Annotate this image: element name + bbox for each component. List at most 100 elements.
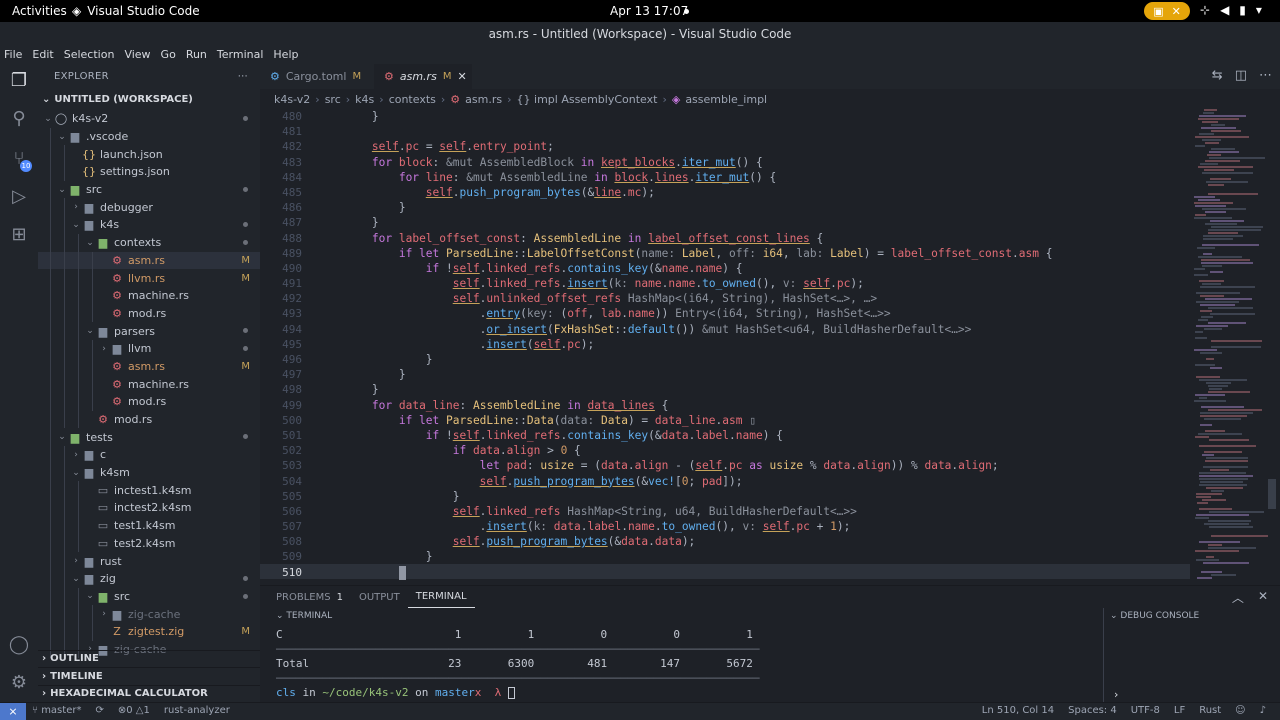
tree-item[interactable]: ⌄ ▆ k4s (38, 216, 260, 234)
debug-console[interactable]: ⌄ DEBUG CONSOLE › (1103, 608, 1280, 703)
split-editor-icon[interactable]: ◫ (1235, 68, 1247, 83)
tree-item[interactable]: › ▆ llvm (38, 339, 260, 358)
menu-run[interactable]: Run (186, 46, 207, 64)
sync-icon[interactable]: ⟳ (95, 705, 103, 716)
tree-item[interactable]: › ▆ zig-cache (38, 605, 260, 623)
chevron-down-icon: ⌄ (72, 467, 80, 478)
more-actions-icon[interactable]: ⋯ (1259, 68, 1272, 83)
screen-share-indicator[interactable]: ▣ ✕ (1144, 2, 1190, 20)
breadcrumb-item[interactable]: asm.rs (465, 93, 502, 106)
more-actions-icon[interactable]: ⋯ (238, 71, 248, 82)
tree-item[interactable]: ⌄ ▆ src (38, 180, 260, 199)
minimap[interactable] (1194, 109, 1274, 585)
workspace-section[interactable]: ⌄ UNTITLED (WORKSPACE) (38, 88, 260, 110)
tab-terminal[interactable]: TERMINAL (407, 586, 475, 608)
breadcrumb-item[interactable]: contexts (389, 93, 436, 106)
menu-terminal[interactable]: Terminal (217, 46, 264, 64)
search-icon[interactable]: ⚲ (8, 108, 30, 130)
tree-item[interactable]: ⌄ ▆ zig (38, 569, 260, 588)
close-panel-icon[interactable]: ✕ (1258, 589, 1268, 606)
problems-indicator[interactable]: ⊗0 △1 (118, 705, 150, 716)
breadcrumb-item[interactable]: k4s-v2 (274, 93, 310, 106)
vertical-scrollbar[interactable] (1268, 479, 1276, 509)
tree-item[interactable]: Zzigtest.zig M (38, 622, 260, 641)
maximize-panel-icon[interactable]: ︿ (1232, 589, 1244, 606)
tree-item[interactable]: ⌄ ▆ tests (38, 428, 260, 447)
tree-item[interactable]: ⚙ mod.rs (38, 304, 260, 323)
menu-help[interactable]: Help (273, 46, 298, 64)
breadcrumb-item[interactable]: assemble_impl (685, 93, 767, 106)
extensions-icon[interactable]: ⊞ (8, 224, 30, 246)
tree-item[interactable]: {} launch.json (38, 145, 260, 164)
breadcrumb-item[interactable]: k4s (355, 93, 374, 106)
tree-item[interactable]: ▭ test1.k4sm (38, 516, 260, 535)
minimap-line (1196, 325, 1228, 327)
tree-item[interactable]: ⌄ ▆ src (38, 587, 260, 606)
end-of-line[interactable]: LF (1174, 705, 1185, 716)
tree-item[interactable]: › ▆ debugger (38, 198, 260, 217)
minimap-line (1208, 322, 1246, 324)
menu-file[interactable]: File (4, 46, 22, 64)
debug-console-input[interactable]: › (1114, 688, 1118, 701)
indentation[interactable]: Spaces: 4 (1068, 705, 1117, 716)
tab-output[interactable]: OUTPUT (351, 586, 408, 608)
tree-item[interactable]: ▭ inctest1.k4sm (38, 481, 260, 500)
code-editor[interactable]: 480 481 482 483 484 485 486 487 488 489 490 491 492 4… (260, 109, 1280, 585)
tree-item[interactable]: ⌄ ▆ k4sm (38, 463, 260, 482)
explorer-icon[interactable]: ❐ (8, 70, 30, 92)
tree-item[interactable]: ⚙ mod.rs (38, 393, 260, 411)
tree-item[interactable]: ⚙ machine.rs (38, 375, 260, 393)
feedback-icon[interactable]: ☺ (1235, 705, 1245, 716)
tree-item[interactable]: ⌄ ▆ contexts (38, 233, 260, 252)
tree-item[interactable]: ⌄ ◯ k4s-v2 (38, 110, 260, 128)
menu-view[interactable]: View (124, 46, 150, 64)
settings-gear-icon[interactable]: ⚙ (8, 672, 30, 694)
language-mode[interactable]: Rust (1199, 705, 1221, 716)
outline-section[interactable]: › OUTLINE (38, 649, 260, 668)
file-icon: ▭ (97, 483, 109, 497)
activities-button[interactable]: Activities (12, 4, 67, 18)
hex-calculator-section[interactable]: › HEXADECIMAL CALCULATOR (38, 684, 260, 703)
minimap-line (1202, 208, 1246, 210)
run-debug-icon[interactable]: ▷ (8, 186, 30, 208)
terminal-output[interactable]: C 1 1 0 0 1 ────────────────────────────… (276, 628, 1096, 701)
remote-indicator-icon[interactable]: ⨯ (0, 703, 26, 720)
lsp-status[interactable]: rust-analyzer (164, 705, 230, 716)
tree-item[interactable]: ⌄ ▆ .vscode (38, 127, 260, 146)
encoding[interactable]: UTF-8 (1131, 705, 1160, 716)
tree-item[interactable]: ▭ test2.k4sm (38, 534, 260, 553)
code-content[interactable]: } self.pc = self.entry_point; for block:… (318, 109, 1052, 580)
cursor-position[interactable]: Ln 510, Col 14 (982, 705, 1054, 716)
clock[interactable]: Apr 13 17:07 (610, 4, 688, 18)
system-tray[interactable]: ⊹ ◀ ▮ ▾ (1200, 3, 1262, 17)
menu-edit[interactable]: Edit (32, 46, 53, 64)
tree-item[interactable]: ▭ inctest2.k4sm (38, 499, 260, 517)
menu-selection[interactable]: Selection (64, 46, 115, 64)
tree-item[interactable]: ⚙ machine.rs (38, 286, 260, 305)
tree-item[interactable]: ⚙ mod.rs (38, 410, 260, 429)
tree-item[interactable]: › ▆ c (38, 446, 260, 464)
tree-item[interactable]: › ▆ rust (38, 552, 260, 570)
minimap-line (1203, 253, 1212, 255)
terminal-prompt[interactable]: cls in ~/code/k4s-v2 on masterx λ (276, 686, 1096, 701)
tree-item[interactable]: ⌄ ▆ parsers (38, 322, 260, 340)
timeline-section[interactable]: › TIMELINE (38, 667, 260, 685)
close-tab-icon[interactable]: ✕ (457, 70, 466, 83)
menu-go[interactable]: Go (161, 46, 176, 64)
tree-item[interactable]: ⚙ asm.rs M (38, 251, 260, 270)
git-branch[interactable]: ⑂ master* (32, 705, 81, 716)
breadcrumb-item[interactable]: src (325, 93, 341, 106)
tab-problems[interactable]: PROBLEMS 1 (268, 586, 351, 608)
breadcrumb-item[interactable]: {} impl AssemblyContext (517, 93, 658, 106)
app-menu[interactable]: ◈ Visual Studio Code (72, 4, 200, 18)
tree-item[interactable]: ⚙ asm.rs M (38, 357, 260, 376)
notifications-icon[interactable]: ♪ (1260, 705, 1266, 716)
account-icon[interactable]: ◯ (8, 634, 30, 656)
tab-cargo-toml[interactable]: ⚙ Cargo.toml M (260, 64, 374, 89)
line-number: 501 (282, 428, 302, 442)
indent-guide (50, 357, 51, 376)
open-changes-icon[interactable]: ⇆ (1212, 68, 1223, 83)
tree-item[interactable]: {} settings.json (38, 163, 260, 181)
tree-item[interactable]: ⚙ llvm.rs M (38, 269, 260, 287)
tab-asm-rs[interactable]: ⚙ asm.rs M ✕ (374, 64, 472, 89)
